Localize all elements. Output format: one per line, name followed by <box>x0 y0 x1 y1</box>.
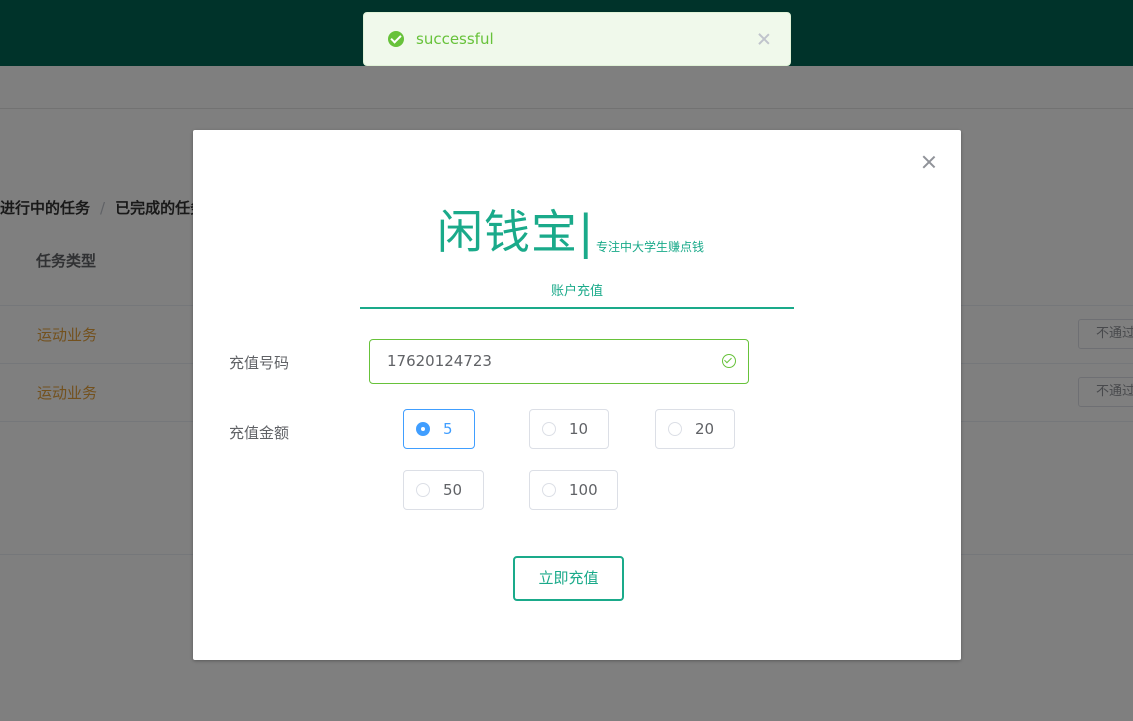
amount-label: 充值金额 <box>229 424 290 442</box>
amount-option-5[interactable]: 5 <box>403 409 475 449</box>
phone-input-value: 17620124723 <box>387 352 492 370</box>
amount-option-label: 5 <box>443 420 453 438</box>
slogan: 专注中大学生赚点钱 <box>596 240 705 254</box>
radio-icon <box>668 422 682 436</box>
recharge-dialog: 闲钱宝| 专注中大学生赚点钱 账户充值 充值号码 17620124723 充值金… <box>193 130 961 660</box>
amount-option-20[interactable]: 20 <box>655 409 735 449</box>
tab-recharge[interactable]: 账户充值 <box>360 280 794 309</box>
amount-option-label: 50 <box>443 481 463 499</box>
success-notification: successful <box>363 12 791 66</box>
success-check-icon <box>388 31 404 47</box>
radio-icon <box>416 422 430 436</box>
radio-icon <box>542 483 556 497</box>
notification-message: successful <box>416 30 494 48</box>
phone-input[interactable]: 17620124723 <box>369 339 749 384</box>
radio-icon <box>416 483 430 497</box>
amount-option-100[interactable]: 100 <box>529 470 618 510</box>
amount-option-label: 10 <box>569 420 589 438</box>
amount-option-label: 20 <box>695 420 715 438</box>
amount-option-10[interactable]: 10 <box>529 409 609 449</box>
tab-recharge-label: 账户充值 <box>550 284 603 299</box>
radio-icon <box>542 422 556 436</box>
amount-option-50[interactable]: 50 <box>403 470 484 510</box>
logo: 闲钱宝| <box>437 205 595 259</box>
phone-label: 充值号码 <box>229 354 290 372</box>
recharge-submit-button[interactable]: 立即充值 <box>513 556 624 601</box>
close-icon[interactable] <box>756 31 772 47</box>
circle-check-icon <box>722 354 736 368</box>
amount-option-label: 100 <box>569 481 598 499</box>
close-icon[interactable] <box>919 152 939 172</box>
